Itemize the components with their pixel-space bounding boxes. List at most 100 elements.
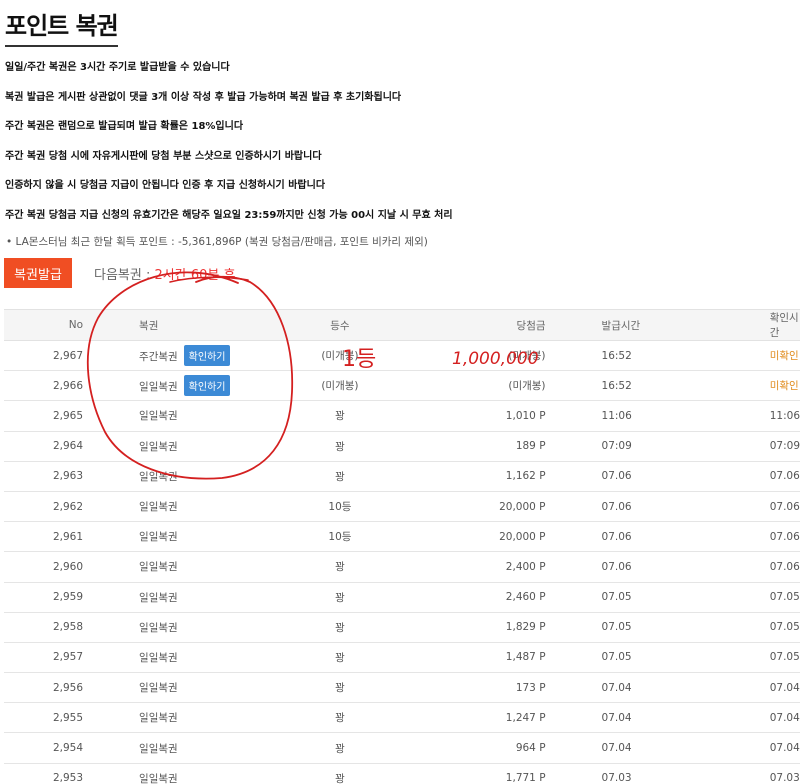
row-grade: 꽝 bbox=[335, 651, 345, 664]
row-no: 2,954 bbox=[52, 742, 84, 755]
row-prize: 1,771 P bbox=[505, 772, 546, 784]
row-ticket: 일일복권 bbox=[139, 742, 178, 755]
row-issued-time: 07.06 bbox=[601, 530, 632, 543]
row-no: 2,959 bbox=[52, 591, 84, 604]
notice-list: 일일/주간 복권은 3시간 주기로 발급받을 수 있습니다 복권 발급은 게시판… bbox=[5, 58, 785, 235]
row-no: 2,961 bbox=[52, 530, 84, 543]
column-header-prize: 당첨금 bbox=[516, 319, 546, 332]
row-confirmed-time: 07.05 bbox=[769, 591, 800, 604]
row-no: 2,957 bbox=[52, 651, 84, 664]
row-no: 2,955 bbox=[52, 711, 84, 724]
row-grade: (미개봉) bbox=[321, 380, 359, 393]
row-confirmed-time: 07.06 bbox=[769, 560, 800, 573]
issue-lottery-button[interactable]: 복권발급 bbox=[4, 258, 72, 288]
row-confirmed-time: 07.03 bbox=[769, 772, 800, 784]
row-ticket: 일일복권 bbox=[139, 501, 178, 514]
notice-item: 주간 복권 당첨금 지급 신청의 유효기간은 해당주 일요일 23:59까지만 … bbox=[5, 209, 453, 221]
row-confirmed-time: 07:09 bbox=[769, 440, 800, 453]
table-row: 2,960 일일복권 꽝 2,400 P 07.06 07.06 bbox=[4, 552, 800, 582]
row-grade: 꽝 bbox=[335, 682, 345, 695]
row-ticket: 일일복권 bbox=[139, 591, 178, 604]
row-ticket: 일일복권 bbox=[139, 772, 178, 784]
row-grade: 꽝 bbox=[335, 772, 345, 784]
row-issued-time: 16:52 bbox=[601, 379, 632, 392]
check-lottery-button[interactable]: 확인하기 bbox=[183, 345, 231, 367]
row-no: 2,963 bbox=[52, 470, 84, 483]
row-no: 2,958 bbox=[52, 621, 84, 634]
row-prize: 20,000 P bbox=[499, 500, 546, 513]
check-lottery-button[interactable]: 확인하기 bbox=[183, 375, 231, 397]
table-row: 2,962 일일복권 10등 20,000 P 07.06 07.06 bbox=[4, 491, 800, 522]
row-issued-time: 07.06 bbox=[601, 470, 632, 483]
row-grade: 꽝 bbox=[335, 742, 345, 755]
row-confirmed-time: 미확인 bbox=[769, 380, 799, 393]
row-confirmed-time: 07.04 bbox=[769, 742, 800, 755]
table-body: 2,967 주간복권 확인하기 (미개봉) (미개봉) 16:52 미확인 2,966 일일복권… bbox=[4, 341, 800, 784]
notice-item: 일일/주간 복권은 3시간 주기로 발급받을 수 있습니다 bbox=[5, 62, 230, 73]
row-ticket: 일일복권 bbox=[139, 621, 178, 634]
row-ticket: 일일복권 bbox=[139, 470, 178, 483]
row-prize: 1,487 P bbox=[505, 651, 546, 664]
table-row: 2,963 일일복권 꽝 1,162 P 07.06 07.06 bbox=[4, 461, 800, 492]
row-grade: 10등 bbox=[328, 501, 352, 514]
notice-item: 인증하지 않을 시 당첨금 지급이 안됩니다 인증 후 지급 신청하시기 바랍니… bbox=[5, 180, 326, 191]
row-issued-time: 07.04 bbox=[601, 681, 632, 694]
row-no: 2,967 bbox=[52, 349, 84, 362]
row-prize: 2,400 P bbox=[505, 560, 546, 573]
row-issued-time: 07.06 bbox=[601, 500, 632, 513]
row-confirmed-time: 07.05 bbox=[769, 621, 800, 634]
table-row: 2,956 일일복권 꽝 173 P 07.04 07.04 bbox=[4, 673, 800, 703]
row-issued-time: 07.06 bbox=[601, 560, 632, 573]
row-grade: 꽝 bbox=[335, 621, 345, 634]
next-lottery-label: 다음복권 : bbox=[94, 268, 155, 283]
row-grade: 꽝 bbox=[335, 712, 345, 725]
row-prize: 1,010 P bbox=[505, 409, 546, 422]
notice-item: 주간 복권은 랜덤으로 발급되며 발급 확률은 18%입니다 bbox=[5, 121, 244, 132]
row-issued-time: 07.05 bbox=[601, 651, 632, 664]
table-row: 2,957 일일복권 꽝 1,487 P 07.05 07.05 bbox=[4, 642, 800, 673]
notice-item: 주간 복권 당첨 시에 자유게시판에 당첨 부분 스샷으로 인증하시기 바랍니다 bbox=[5, 150, 322, 162]
row-no: 2,953 bbox=[52, 772, 84, 784]
row-confirmed-time: 07.06 bbox=[769, 530, 800, 543]
table-row: 2,961 일일복권 10등 20,000 P 07.06 07.06 bbox=[4, 522, 800, 552]
row-ticket: 주간복권 bbox=[139, 351, 178, 364]
column-header-confirmed: 확인시간 bbox=[769, 312, 799, 339]
row-prize: 964 P bbox=[515, 742, 546, 755]
page-title: 포인트 복권 bbox=[5, 6, 119, 47]
row-ticket: 일일복권 bbox=[139, 651, 178, 664]
row-confirmed-time: 11:06 bbox=[769, 409, 800, 422]
notice-item: 복권 발급은 게시판 상관없이 댓글 3개 이상 작성 후 발급 가능하며 복권… bbox=[5, 91, 402, 103]
row-prize: 173 P bbox=[515, 681, 546, 694]
row-ticket: 일일복권 bbox=[139, 440, 178, 453]
row-no: 2,960 bbox=[52, 560, 84, 573]
row-issued-time: 07.04 bbox=[601, 711, 632, 724]
row-ticket: 일일복권 bbox=[139, 410, 178, 423]
table-row: 2,967 주간복권 확인하기 (미개봉) (미개봉) 16:52 미확인 bbox=[4, 341, 800, 371]
row-issued-time: 11:06 bbox=[601, 409, 632, 422]
row-prize: 1,247 P bbox=[505, 711, 546, 724]
lottery-table: No 복권 등수 당첨금 발급시간 확인시간 2,967 주간복권 확인하기 (미개봉… bbox=[4, 309, 800, 784]
next-lottery-value: 2시간 60분 후 bbox=[154, 268, 236, 283]
row-confirmed-time: 07.06 bbox=[769, 470, 800, 483]
row-grade: 꽝 bbox=[335, 440, 345, 453]
row-ticket: 일일복권 bbox=[139, 712, 178, 725]
row-prize: (미개봉) bbox=[508, 350, 546, 363]
row-prize: 2,460 P bbox=[505, 591, 546, 604]
row-confirmed-time: 07.04 bbox=[769, 711, 800, 724]
row-ticket: 일일복권 bbox=[139, 531, 178, 544]
row-issued-time: 07.04 bbox=[601, 742, 632, 755]
row-no: 2,965 bbox=[52, 409, 84, 422]
row-no: 2,956 bbox=[52, 681, 84, 694]
table-row: 2,954 일일복권 꽝 964 P 07.04 07.04 bbox=[4, 733, 800, 764]
column-header-grade: 등수 bbox=[330, 319, 350, 332]
row-confirmed-time: 07.04 bbox=[769, 681, 800, 694]
row-prize: 1,829 P bbox=[505, 621, 546, 634]
table-row: 2,965 일일복권 꽝 1,010 P 11:06 11:06 bbox=[4, 401, 800, 432]
next-lottery-timer: 다음복권 : 2시간 60분 후 bbox=[94, 264, 235, 283]
row-ticket: 일일복권 bbox=[139, 381, 178, 394]
column-header-issued: 발급시간 bbox=[601, 319, 641, 332]
table-row: 2,955 일일복권 꽝 1,247 P 07.04 07.04 bbox=[4, 703, 800, 733]
row-issued-time: 07.05 bbox=[601, 621, 632, 634]
row-no: 2,964 bbox=[52, 440, 84, 453]
row-confirmed-time: 07.06 bbox=[769, 500, 800, 513]
